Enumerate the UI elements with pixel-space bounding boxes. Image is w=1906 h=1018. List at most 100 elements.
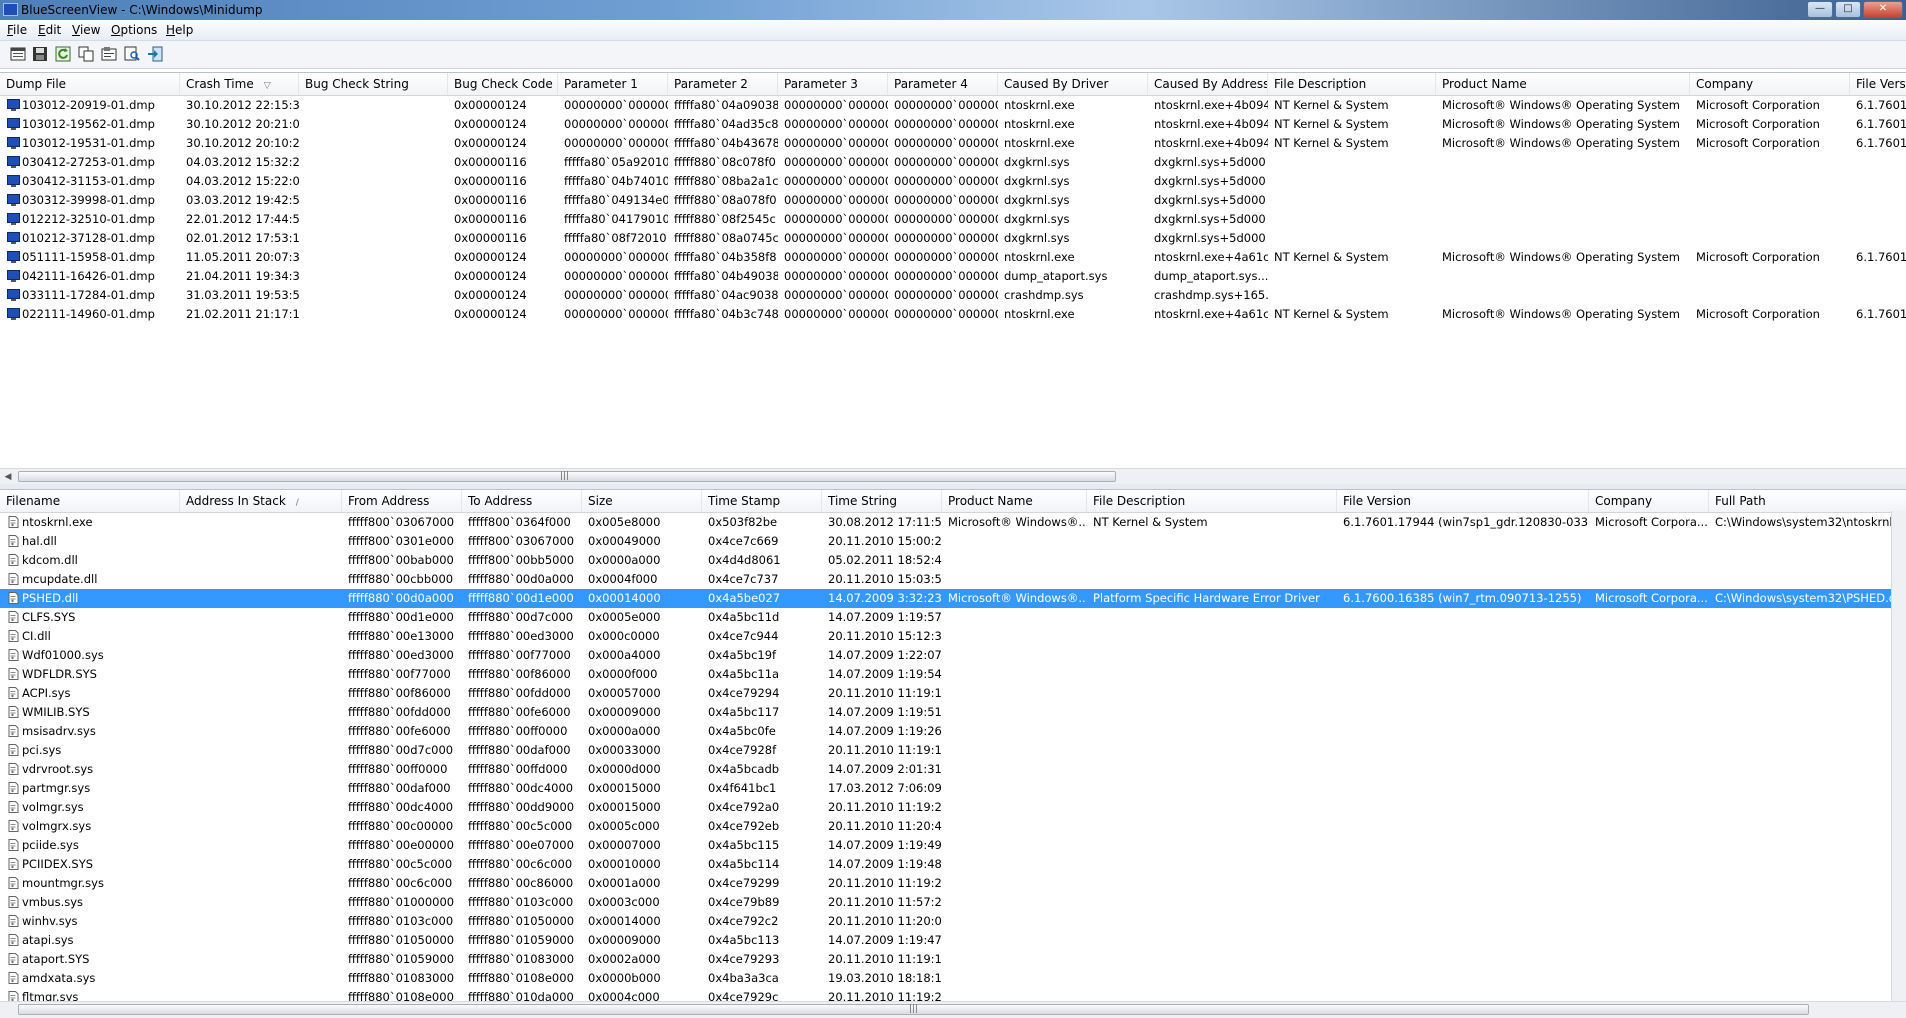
module-column-file-description[interactable]: File Description xyxy=(1087,490,1337,512)
menu-view[interactable]: View xyxy=(72,23,100,37)
dump-row[interactable]: 030412-31153-01.dmp 04.03.2012 15:22:07 0x… xyxy=(0,172,1906,191)
dump-column-company[interactable]: Company xyxy=(1690,73,1850,95)
module-row[interactable]: volmgr.sys fffff880`00dc4000 fffff880`00dd… xyxy=(0,798,1906,817)
module-column-time-string[interactable]: Time String xyxy=(822,490,942,512)
module-row[interactable]: ataport.SYS fffff880`01059000 fffff880`010… xyxy=(0,950,1906,969)
module-row[interactable]: vdrvroot.sys fffff880`00ff0000 fffff880`00… xyxy=(0,760,1906,779)
module-row[interactable]: volmgrx.sys fffff880`00c00000 fffff880`00c… xyxy=(0,817,1906,836)
module-row[interactable]: mcupdate.dll fffff880`00cbb000 fffff880`00… xyxy=(0,570,1906,589)
module-column-address-in-stack[interactable]: Address In Stack / xyxy=(180,490,342,512)
dump-column-parameter-4[interactable]: Parameter 4 xyxy=(888,73,998,95)
module-column-from-address[interactable]: From Address xyxy=(342,490,462,512)
save-button[interactable] xyxy=(32,46,48,62)
module-column-to-address[interactable]: To Address xyxy=(462,490,582,512)
module-row[interactable]: CLFS.SYS fffff880`00d1e000 fffff880`00d7c0… xyxy=(0,608,1906,627)
menu-edit[interactable]: Edit xyxy=(38,23,61,37)
dump-column-file-versio[interactable]: File Versio xyxy=(1850,73,1906,95)
module-column-company[interactable]: Company xyxy=(1589,490,1709,512)
module-row[interactable]: mountmgr.sys fffff880`00c6c000 fffff880`00… xyxy=(0,874,1906,893)
dump-row[interactable]: 051111-15958-01.dmp 11.05.2011 20:07:35 0x… xyxy=(0,248,1906,267)
dump-cell-11 xyxy=(1436,210,1690,229)
dump-column-bug-check-code[interactable]: Bug Check Code xyxy=(448,73,558,95)
minimize-button[interactable]: — xyxy=(1807,1,1833,18)
dump-row[interactable]: 010212-37128-01.dmp 02.01.2012 17:53:10 0x… xyxy=(0,229,1906,248)
module-vscrollbar[interactable] xyxy=(1891,511,1906,1001)
module-cell-4: 0x0004f000 xyxy=(588,572,658,586)
dump-column-file-description[interactable]: File Description xyxy=(1268,73,1436,95)
dump-row[interactable]: 103012-19531-01.dmp 30.10.2012 20:10:24 0x… xyxy=(0,134,1906,153)
module-column-product-name[interactable]: Product Name xyxy=(942,490,1087,512)
crash-dump-hscrollbar[interactable]: ◀ ||| xyxy=(0,468,1906,485)
module-cell-7 xyxy=(942,741,1087,760)
refresh-button[interactable] xyxy=(55,46,71,62)
module-row[interactable]: partmgr.sys fffff880`00daf000 fffff880`00d… xyxy=(0,779,1906,798)
module-column-time-stamp[interactable]: Time Stamp xyxy=(702,490,822,512)
module-column-full-path[interactable]: Full Path xyxy=(1709,490,1906,512)
crash-dump-hscroll-thumb[interactable]: ||| xyxy=(18,471,1116,482)
dump-row[interactable]: 030312-39998-01.dmp 03.03.2012 19:42:51 0x… xyxy=(0,191,1906,210)
find-button[interactable] xyxy=(124,46,140,62)
dump-cell-8: dxgkrnl.sys xyxy=(1004,155,1070,169)
dump-cell-4: 00000000`000000... xyxy=(564,136,668,150)
copy-button[interactable] xyxy=(78,46,94,62)
module-row[interactable]: kdcom.dll fffff800`00bab000 fffff800`00bb5… xyxy=(0,551,1906,570)
module-cell-11 xyxy=(1709,950,1906,969)
module-cell-2: fffff880`00f86000 xyxy=(348,686,451,700)
dump-cell-12: Microsoft Corporation xyxy=(1696,117,1820,131)
dump-column-caused-by-driver[interactable]: Caused By Driver xyxy=(998,73,1148,95)
dump-row[interactable]: 042111-16426-01.dmp 21.04.2011 19:34:34 0x… xyxy=(0,267,1906,286)
module-row[interactable]: fltmgr.sys fffff880`0108e000 fffff880`010d… xyxy=(0,988,1906,1002)
dump-column-dump-file[interactable]: Dump File xyxy=(0,73,180,95)
module-row[interactable]: atapi.sys fffff880`01050000 fffff880`01059… xyxy=(0,931,1906,950)
module-row[interactable]: WDFLDR.SYS fffff880`00f77000 fffff880`00f8… xyxy=(0,665,1906,684)
dump-column-parameter-2[interactable]: Parameter 2 xyxy=(668,73,778,95)
dump-row[interactable]: 030412-27253-01.dmp 04.03.2012 15:32:25 0x… xyxy=(0,153,1906,172)
module-row[interactable]: PCIIDEX.SYS fffff880`00c5c000 fffff880`00c… xyxy=(0,855,1906,874)
module-row[interactable]: winhv.sys fffff880`0103c000 fffff880`01050… xyxy=(0,912,1906,931)
module-cell-4: 0x0000f000 xyxy=(588,667,658,681)
dump-column-crash-time[interactable]: Crash Time ▽ xyxy=(180,73,299,95)
module-row[interactable]: Wdf01000.sys fffff880`00ed3000 fffff880`00… xyxy=(0,646,1906,665)
module-row[interactable]: ACPI.sys fffff880`00f86000 fffff880`00fdd0… xyxy=(0,684,1906,703)
dump-column-bug-check-string[interactable]: Bug Check String xyxy=(299,73,448,95)
advanced-options-button[interactable] xyxy=(10,46,26,62)
module-row[interactable]: vmbus.sys fffff880`01000000 fffff880`0103c… xyxy=(0,893,1906,912)
module-column-file-version[interactable]: File Version xyxy=(1337,490,1589,512)
module-row[interactable]: pci.sys fffff880`00d7c000 fffff880`00daf00… xyxy=(0,741,1906,760)
module-row[interactable]: CI.dll fffff880`00e13000 fffff880`00ed3000… xyxy=(0,627,1906,646)
module-row[interactable]: amdxata.sys fffff880`01083000 fffff880`010… xyxy=(0,969,1906,988)
module-cell-3: fffff880`00f77000 xyxy=(468,648,571,662)
module-row[interactable]: msisadrv.sys fffff880`00fe6000 fffff880`00… xyxy=(0,722,1906,741)
dump-column-parameter-3[interactable]: Parameter 3 xyxy=(778,73,888,95)
module-column-filename[interactable]: Filename xyxy=(0,490,180,512)
scroll-left-arrow-icon[interactable]: ◀ xyxy=(0,469,16,485)
maximize-button[interactable]: □ xyxy=(1835,1,1861,18)
dump-row[interactable]: 022111-14960-01.dmp 21.02.2011 21:17:18 0x… xyxy=(0,305,1906,324)
module-hscrollbar[interactable]: ||| xyxy=(0,1001,1906,1018)
module-row[interactable]: pciide.sys fffff880`00e00000 fffff880`00e0… xyxy=(0,836,1906,855)
properties-button[interactable] xyxy=(101,46,117,62)
module-row[interactable]: PSHED.dll fffff880`00d0a000 fffff880`00d1e… xyxy=(0,589,1906,608)
module-cell-4: 0x000a4000 xyxy=(588,648,661,662)
dump-row[interactable]: 103012-19562-01.dmp 30.10.2012 20:21:07 0x… xyxy=(0,115,1906,134)
close-button[interactable]: ✕ xyxy=(1863,1,1903,18)
dump-row[interactable]: 033111-17284-01.dmp 31.03.2011 19:53:56 0x… xyxy=(0,286,1906,305)
menu-help[interactable]: Help xyxy=(166,23,193,37)
dump-row[interactable]: 012212-32510-01.dmp 22.01.2012 17:44:55 0x… xyxy=(0,210,1906,229)
dump-column-parameter-1[interactable]: Parameter 1 xyxy=(558,73,668,95)
exit-button[interactable] xyxy=(147,46,163,62)
dump-row[interactable]: 103012-20919-01.dmp 30.10.2012 22:15:31 0x… xyxy=(0,96,1906,115)
dump-cell-7: 00000000`000000... xyxy=(894,212,998,226)
dump-cell-9: ntoskrnl.exe+4b094c xyxy=(1154,98,1268,112)
dump-column-caused-by-address[interactable]: Caused By Address xyxy=(1148,73,1268,95)
module-row[interactable]: ntoskrnl.exe fffff800`03067000 fffff800`03… xyxy=(0,513,1906,532)
module-row[interactable]: WMILIB.SYS fffff880`00fdd000 fffff880`00fe… xyxy=(0,703,1906,722)
menu-options[interactable]: Options xyxy=(111,23,157,37)
module-cell-4: 0x00014000 xyxy=(588,914,661,928)
dump-cell-3: 0x00000116 xyxy=(454,155,527,169)
module-column-size[interactable]: Size xyxy=(582,490,702,512)
dump-column-product-name[interactable]: Product Name xyxy=(1436,73,1690,95)
module-hscroll-thumb[interactable]: ||| xyxy=(18,1004,1809,1015)
menu-file[interactable]: File xyxy=(7,23,27,37)
module-row[interactable]: hal.dll fffff800`0301e000 fffff800`0306700… xyxy=(0,532,1906,551)
